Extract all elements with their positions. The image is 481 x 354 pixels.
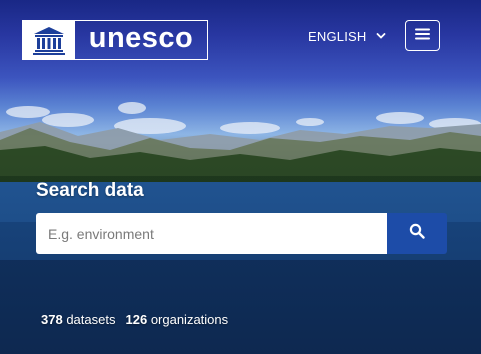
search-button[interactable] bbox=[387, 213, 447, 254]
search-icon bbox=[409, 223, 425, 244]
datasets-stat[interactable]: 378 datasets bbox=[41, 312, 115, 327]
organizations-count: 126 bbox=[125, 312, 148, 327]
search-title: Search data bbox=[36, 180, 144, 201]
chevron-down-icon bbox=[376, 27, 386, 45]
hero-banner: unesco ENGLISH Search data E.g. environm… bbox=[0, 0, 481, 354]
logo-wordmark: unesco bbox=[88, 22, 194, 54]
datasets-label: datasets bbox=[66, 312, 116, 327]
organizations-stat[interactable]: 126 organizations bbox=[125, 312, 228, 327]
datasets-count: 378 bbox=[41, 312, 63, 327]
unesco-logo[interactable]: unesco bbox=[22, 20, 208, 60]
unesco-temple-icon bbox=[23, 21, 75, 59]
site-stats: 378 datasets 126 organizations bbox=[41, 312, 228, 327]
search-input[interactable] bbox=[36, 213, 387, 254]
menu-button[interactable] bbox=[405, 20, 440, 51]
language-label: ENGLISH bbox=[308, 28, 367, 44]
search-bar bbox=[36, 213, 447, 254]
organizations-label: organizations bbox=[150, 312, 229, 327]
language-selector[interactable]: ENGLISH bbox=[308, 26, 386, 46]
hamburger-menu-icon bbox=[415, 27, 430, 45]
